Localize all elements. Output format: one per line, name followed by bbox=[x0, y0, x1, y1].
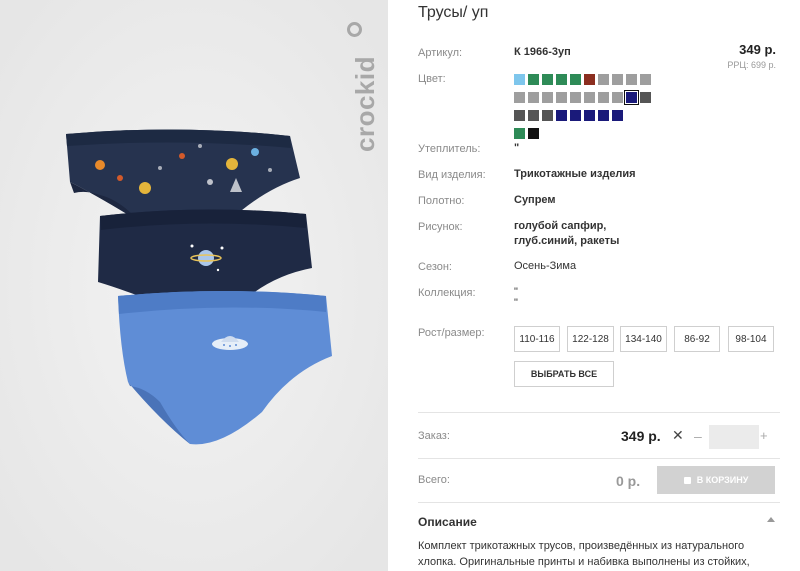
color-swatch[interactable] bbox=[626, 74, 637, 85]
select-all-sizes-button[interactable]: ВЫБРАТЬ ВСЕ bbox=[514, 361, 614, 387]
collection-label: Коллекция: bbox=[418, 287, 476, 299]
order-label: Заказ: bbox=[418, 430, 450, 442]
color-swatch[interactable] bbox=[584, 74, 595, 85]
fabric-label: Полотно: bbox=[418, 195, 465, 207]
description-text: Комплект трикотажных трусов, произведённ… bbox=[418, 540, 750, 568]
quantity-input[interactable] bbox=[709, 425, 759, 449]
total-value: 0 р. bbox=[616, 473, 641, 489]
increase-quantity-button[interactable]: + bbox=[760, 428, 768, 443]
color-swatches bbox=[514, 74, 658, 146]
color-swatch[interactable] bbox=[514, 92, 525, 103]
add-to-cart-button[interactable]: В КОРЗИНУ bbox=[657, 466, 775, 494]
season-value: Осень-Зима bbox=[514, 260, 577, 272]
color-swatch[interactable] bbox=[598, 92, 609, 103]
color-swatch[interactable] bbox=[528, 92, 539, 103]
color-swatch[interactable] bbox=[556, 110, 567, 121]
color-swatch[interactable] bbox=[640, 74, 651, 85]
color-swatch[interactable] bbox=[556, 92, 567, 103]
fabric-value: Супрем bbox=[514, 194, 556, 206]
color-swatch[interactable] bbox=[514, 74, 525, 85]
color-swatch[interactable] bbox=[556, 74, 567, 85]
pattern-label: Рисунок: bbox=[418, 221, 463, 233]
collapse-caret-icon[interactable] bbox=[767, 517, 775, 522]
pattern-value-2: глуб.синий, ракеты bbox=[514, 235, 620, 247]
color-swatch[interactable] bbox=[570, 110, 581, 121]
logo-ring-icon bbox=[347, 22, 362, 37]
collection-value-2: " bbox=[514, 297, 518, 309]
brand-logo-text: crockid bbox=[350, 56, 380, 152]
brand-logo: crockid bbox=[342, 20, 380, 170]
size-option-98-104[interactable]: 98-104 bbox=[728, 326, 774, 352]
color-swatch[interactable] bbox=[514, 110, 525, 121]
divider bbox=[418, 502, 780, 503]
insulation-value: " bbox=[514, 142, 520, 154]
season-label: Сезон: bbox=[418, 261, 452, 273]
type-label: Вид изделия: bbox=[418, 169, 486, 181]
size-option-110-116[interactable]: 110-116 bbox=[514, 326, 560, 352]
divider bbox=[418, 412, 780, 413]
article-label: Артикул: bbox=[418, 47, 463, 59]
multiply-icon: ✕ bbox=[672, 427, 684, 443]
color-swatch[interactable] bbox=[542, 92, 553, 103]
description-title[interactable]: Описание bbox=[418, 515, 477, 529]
product-info: Трусы/ уп Артикул: К 1966-3уп 349 р. РРЦ… bbox=[418, 0, 780, 571]
color-swatch[interactable] bbox=[612, 92, 623, 103]
product-photo bbox=[0, 0, 388, 571]
color-swatch[interactable] bbox=[612, 74, 623, 85]
color-swatch[interactable] bbox=[612, 110, 623, 121]
color-swatch[interactable] bbox=[528, 128, 539, 139]
color-swatch[interactable] bbox=[528, 74, 539, 85]
pattern-value-1: голубой сапфир, bbox=[514, 220, 607, 232]
color-swatch[interactable] bbox=[640, 92, 651, 103]
color-swatch[interactable] bbox=[570, 92, 581, 103]
total-label: Всего: bbox=[418, 474, 450, 486]
size-label: Рост/размер: bbox=[418, 327, 485, 339]
size-option-134-140[interactable]: 134-140 bbox=[620, 326, 667, 352]
article-value: К 1966-3уп bbox=[514, 46, 571, 58]
recommended-price: РРЦ: 699 р. bbox=[727, 60, 776, 70]
color-swatch[interactable] bbox=[528, 110, 539, 121]
decrease-quantity-button[interactable]: – bbox=[694, 428, 702, 444]
color-swatch[interactable] bbox=[584, 92, 595, 103]
color-swatch[interactable] bbox=[542, 110, 553, 121]
cart-icon bbox=[683, 476, 691, 484]
divider bbox=[418, 458, 780, 459]
size-option-122-128[interactable]: 122-128 bbox=[567, 326, 614, 352]
color-swatch[interactable] bbox=[514, 128, 525, 139]
color-swatch[interactable] bbox=[542, 74, 553, 85]
color-swatch[interactable] bbox=[598, 74, 609, 85]
color-label: Цвет: bbox=[418, 73, 446, 85]
color-swatch[interactable] bbox=[624, 90, 639, 105]
product-image: crockid bbox=[0, 0, 388, 571]
size-option-86-92[interactable]: 86-92 bbox=[674, 326, 720, 352]
color-swatch[interactable] bbox=[570, 74, 581, 85]
color-swatch[interactable] bbox=[584, 110, 595, 121]
insulation-label: Утеплитель: bbox=[418, 143, 481, 155]
add-to-cart-label: В КОРЗИНУ bbox=[696, 475, 749, 485]
product-price: 349 р. bbox=[739, 42, 776, 57]
type-value: Трикотажные изделия bbox=[514, 168, 636, 180]
product-title: Трусы/ уп bbox=[418, 4, 489, 21]
order-price: 349 р. bbox=[621, 428, 661, 444]
color-swatch[interactable] bbox=[598, 110, 609, 121]
